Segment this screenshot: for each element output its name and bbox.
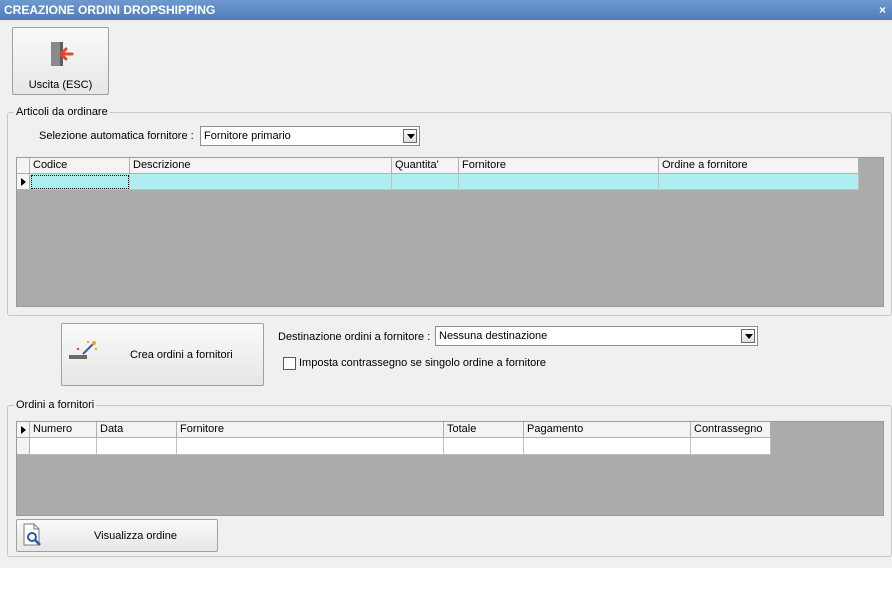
table-cell[interactable] — [130, 174, 392, 190]
col-quantita[interactable]: Quantita' — [392, 158, 459, 174]
col-numero[interactable]: Numero — [30, 422, 97, 438]
row-selector[interactable] — [17, 174, 30, 190]
exit-button[interactable]: Uscita (ESC) — [12, 27, 109, 95]
articles-grid[interactable]: Codice Descrizione Quantita' Fornitore O… — [16, 157, 884, 307]
supplier-select[interactable]: Fornitore primario — [200, 126, 420, 146]
col-totale[interactable]: Totale — [444, 422, 524, 438]
destination-select-value: Nessuna destinazione — [439, 330, 548, 342]
table-cell[interactable] — [392, 174, 459, 190]
table-cell[interactable] — [659, 174, 859, 190]
row-pointer-icon — [21, 426, 26, 434]
chevron-down-icon[interactable] — [741, 329, 755, 343]
close-icon[interactable]: × — [879, 0, 886, 20]
dropshipping-window: CREAZIONE ORDINI DROPSHIPPING × Uscita (… — [0, 0, 892, 568]
col-data[interactable]: Data — [97, 422, 177, 438]
magic-wand-icon — [69, 340, 98, 359]
table-cell[interactable] — [524, 438, 691, 455]
col-fornitore[interactable]: Fornitore — [459, 158, 659, 174]
create-orders-label: Crea ordini a fornitori — [130, 349, 233, 361]
col-contrassegno[interactable]: Contrassegno — [691, 422, 771, 438]
col-ordine-fornitore[interactable]: Ordine a fornitore — [659, 158, 859, 174]
orders-group-legend: Ordini a fornitori — [14, 399, 97, 411]
table-cell[interactable] — [177, 438, 444, 455]
col-fornitore[interactable]: Fornitore — [177, 422, 444, 438]
table-cell[interactable] — [691, 438, 771, 455]
row-selector[interactable] — [17, 422, 30, 438]
table-cell[interactable] — [30, 174, 130, 190]
create-orders-button[interactable]: Crea ordini a fornitori — [61, 323, 264, 386]
exit-door-icon — [51, 42, 74, 66]
supplier-select-label: Selezione automatica fornitore : — [39, 130, 194, 142]
document-search-icon — [23, 523, 41, 546]
table-cell[interactable] — [459, 174, 659, 190]
destination-select[interactable]: Nessuna destinazione — [435, 326, 758, 346]
chevron-down-icon[interactable] — [403, 129, 417, 143]
orders-grid[interactable]: Numero Data Fornitore Totale Pagamento C… — [16, 421, 884, 516]
window-title: CREAZIONE ORDINI DROPSHIPPING — [4, 3, 216, 17]
cod-checkbox-label[interactable]: Imposta contrassegno se singolo ordine a… — [299, 357, 546, 369]
table-cell[interactable] — [444, 438, 524, 455]
exit-button-label: Uscita (ESC) — [28, 79, 93, 91]
col-pagamento[interactable]: Pagamento — [524, 422, 691, 438]
destination-label: Destinazione ordini a fornitore : — [278, 331, 431, 343]
view-order-label: Visualizza ordine — [94, 530, 177, 542]
title-bar: CREAZIONE ORDINI DROPSHIPPING × — [0, 0, 892, 20]
col-codice[interactable]: Codice — [30, 158, 130, 174]
view-order-button[interactable]: Visualizza ordine — [16, 519, 218, 552]
articles-group-legend: Articoli da ordinare — [14, 106, 110, 118]
table-cell[interactable] — [30, 438, 97, 455]
row-pointer-icon — [21, 178, 26, 186]
col-descrizione[interactable]: Descrizione — [130, 158, 392, 174]
articles-grid-corner — [17, 158, 30, 174]
row-selector[interactable] — [17, 438, 30, 455]
table-cell[interactable] — [97, 438, 177, 455]
cod-checkbox[interactable] — [283, 357, 296, 370]
supplier-select-value: Fornitore primario — [204, 130, 291, 142]
